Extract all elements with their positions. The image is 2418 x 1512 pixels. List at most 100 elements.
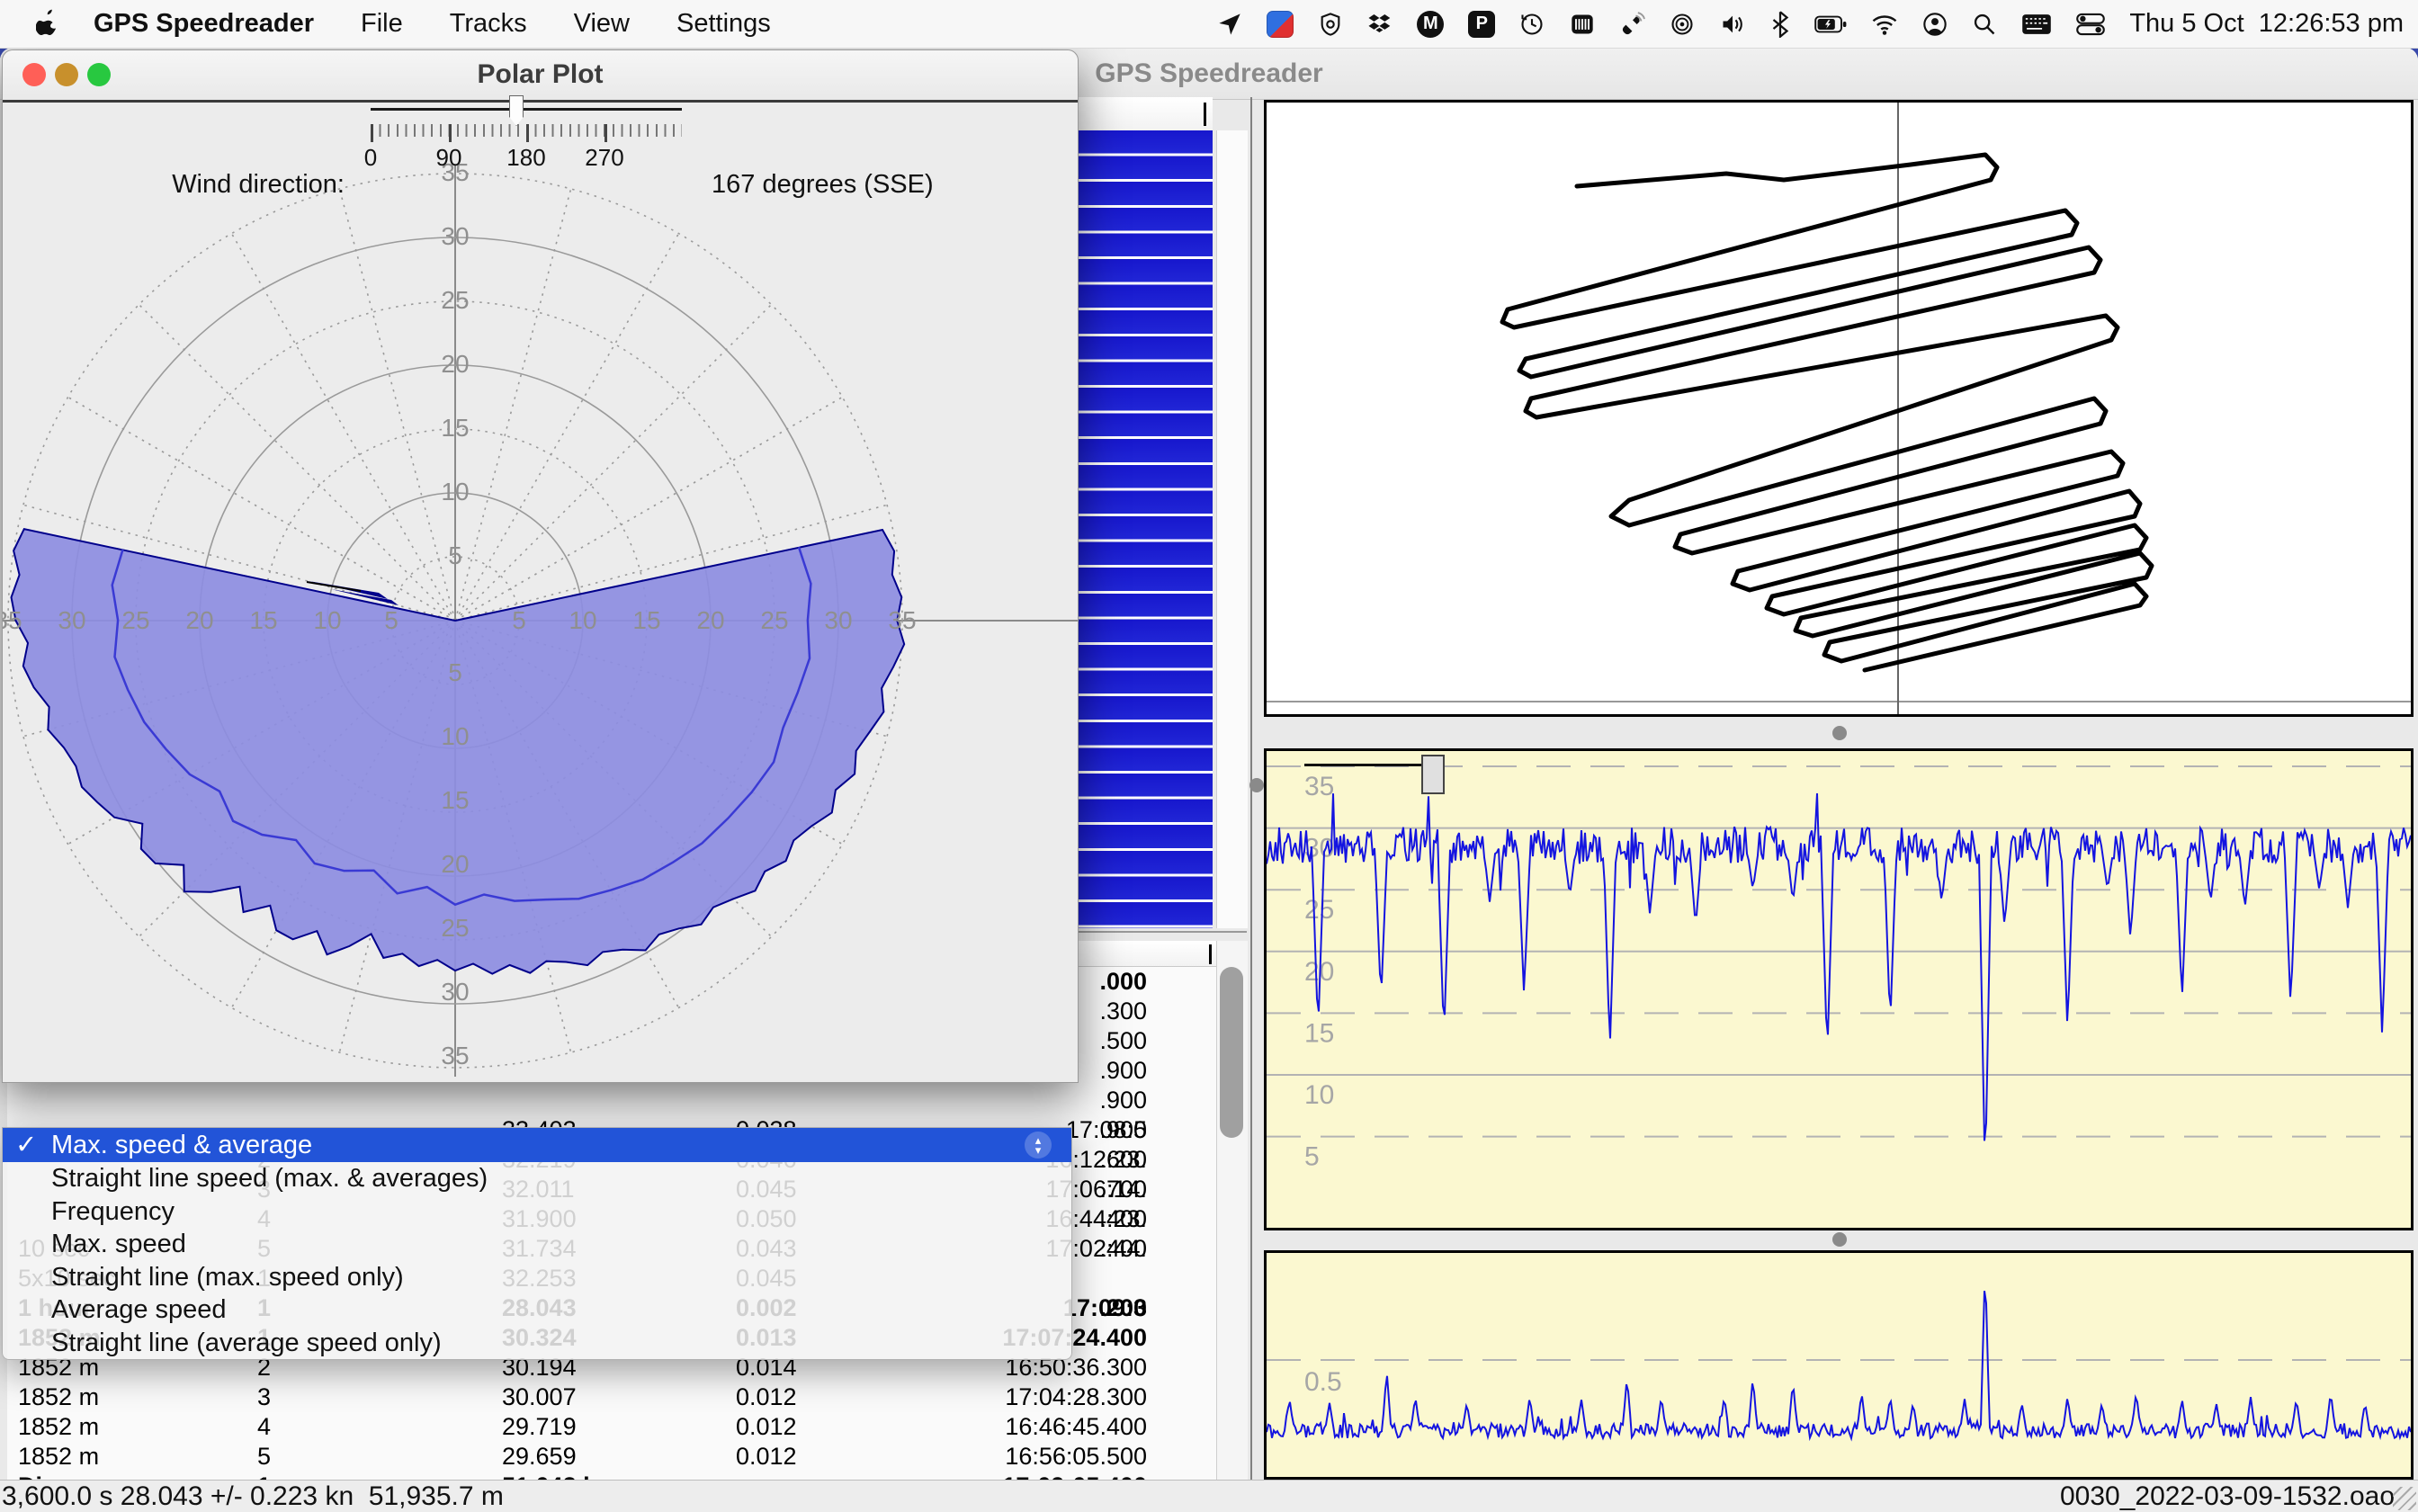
menu-view[interactable]: View [574,9,630,39]
menu-item[interactable]: Straight line speed (max. & averages) [3,1162,1071,1195]
accuracy-plot[interactable]: 0.5 [1267,1253,2411,1477]
m-badge-icon[interactable]: M [1417,11,1444,38]
volume-icon[interactable] [1719,12,1746,37]
splitter-handle-icon[interactable] [1832,726,1847,740]
resize-grip-icon[interactable] [2393,1487,2416,1510]
speed-vs-time-plot[interactable]: 3530252015105 [1267,751,2411,1228]
control-center-icon[interactable] [2076,12,2105,37]
colored-app-icon[interactable] [1267,11,1294,38]
results-scrollbar-thumb[interactable] [1220,967,1243,1138]
table-row[interactable]: 1852 m330.0070.01217:04:28.300 [7,1383,1213,1413]
search-icon[interactable] [1972,12,1997,37]
polar-ring-label: 20 [185,606,213,634]
menu-item[interactable]: Frequency [3,1195,1071,1229]
menu-bar-clock[interactable]: Thu 5 Oct 12:26:53 pm [2129,9,2404,39]
menu-item[interactable]: Max. speed [3,1228,1071,1261]
track-map-panel[interactable] [1264,100,2414,717]
wind-direction-value: 167 degrees (SSE) [712,170,934,200]
wind-direction-label: Wind direction: [172,170,345,200]
menu-settings[interactable]: Settings [676,9,771,39]
minimize-button[interactable] [55,63,78,86]
speed-trace [1267,793,2411,1141]
accuracy-trace [1267,1291,2411,1438]
apple-menu-icon[interactable] [36,8,59,40]
keyboard-icon[interactable] [2021,12,2052,37]
polar-plot-window: Polar Plot 55551010101015151515202020202… [2,49,1079,1083]
accuracy-chart-panel[interactable]: 0.5 [1264,1250,2414,1480]
menu-file[interactable]: File [361,9,403,39]
gps-track-plot[interactable] [1267,103,2411,714]
menu-item[interactable]: Straight line (average speed only) [3,1327,1071,1360]
zoom-button[interactable] [87,63,111,86]
wind-scale-label: 90 [436,144,462,172]
popup-arrows-icon[interactable]: ▴▾ [1025,1132,1052,1159]
polar-ring-label: 15 [632,606,660,634]
polar-ring-label: 10 [569,606,596,634]
tracker-icon[interactable] [1670,12,1695,37]
handset-icon[interactable] [1620,12,1645,37]
close-button[interactable] [22,63,46,86]
speed-ytick-label: 10 [1304,1080,1334,1110]
polar-ring-label: 15 [249,606,277,634]
polar-ring-label: 25 [760,606,788,634]
menu-bar: GPS Speedreader File Tracks View Setting… [0,0,2418,49]
user-icon[interactable] [1922,12,1948,37]
polar-ring-label: 5 [512,606,526,634]
polar-ring-label: 15 [441,414,469,442]
run-list-scrollbar[interactable] [1216,130,1248,928]
polar-window-titlebar[interactable]: Polar Plot [3,50,1078,103]
polar-ring-label: 20 [441,850,469,878]
splitter-handle-icon[interactable] [1832,1232,1847,1247]
polar-ring-label: 30 [441,222,469,250]
polar-ring-label: 35 [3,606,22,634]
open-filename: 0030_2022-03-09-1532.oao [2060,1481,2395,1512]
table-row[interactable]: 1852 m529.6590.01216:56:05.500 [7,1443,1213,1472]
table-row[interactable]: Di151.042 k17:09:05.400 [7,1472,1213,1480]
p-badge-icon[interactable]: P [1468,11,1495,38]
wind-scale-label: 180 [506,144,545,172]
polar-ring-label: 25 [441,286,469,314]
menu-item[interactable]: Straight line (max. speed only) [3,1261,1071,1294]
status-bar: 3,600.0 s 28.043 +/- 0.223 kn 51,935.7 m… [0,1480,2418,1512]
polar-ring-label: 35 [888,606,916,634]
polar-radial-gridline [230,231,455,621]
polar-ring-label: 25 [441,914,469,942]
polar-ring-label: 25 [121,606,149,634]
wifi-icon[interactable] [1871,12,1898,37]
polar-radial-gridline [455,186,571,621]
wind-scale-label: 270 [585,144,623,172]
polar-max-speed-area [12,529,905,974]
polar-ring-label: 5 [448,541,462,569]
polar-ring-label: 5 [448,658,462,686]
polar-ring-label: 30 [441,978,469,1006]
dropbox-icon[interactable] [1367,12,1393,37]
polar-ring-label: 10 [441,478,469,505]
zoom-slider-track[interactable] [1304,764,1430,766]
speed-chart-panel[interactable]: 3530252015105 [1264,748,2414,1230]
polar-plot[interactable]: 5555101010101515151520202020252525253030… [3,100,1078,1082]
table-row[interactable]: 1852 m429.7190.01216:46:45.400 [7,1413,1213,1443]
gps-track-line [1502,155,2152,670]
polar-ring-label: 15 [441,786,469,814]
polar-radial-gridline [455,231,680,621]
battery-icon[interactable] [1814,12,1847,37]
polar-ring-label: 20 [696,606,724,634]
active-app-name[interactable]: GPS Speedreader [94,9,314,39]
menu-item[interactable]: Average speed [3,1293,1071,1327]
wind-scale-label: 0 [364,144,377,172]
bluetooth-icon[interactable] [1770,11,1790,38]
splitter-handle-icon[interactable] [1249,778,1264,792]
accuracy-ytick-label: 0.5 [1304,1367,1342,1397]
menu-tracks[interactable]: Tracks [450,9,527,39]
polar-ring-label: 30 [58,606,85,634]
barcode-icon[interactable] [1569,12,1596,37]
status-icons: M P Thu 5 Oct 12:26:53 pm [1217,0,2404,48]
wind-slider-track[interactable] [371,108,682,111]
time-machine-icon[interactable] [1519,12,1545,37]
status-summary: 3,600.0 s 28.043 +/- 0.223 kn 51,935.7 m [2,1481,504,1512]
location-icon[interactable] [1217,12,1242,37]
polar-ring-label: 10 [313,606,341,634]
menu-item[interactable]: ✓Max. speed & average▴▾ [3,1128,1071,1162]
zoom-slider-handle[interactable] [1421,755,1445,794]
shield-icon[interactable] [1318,12,1343,37]
